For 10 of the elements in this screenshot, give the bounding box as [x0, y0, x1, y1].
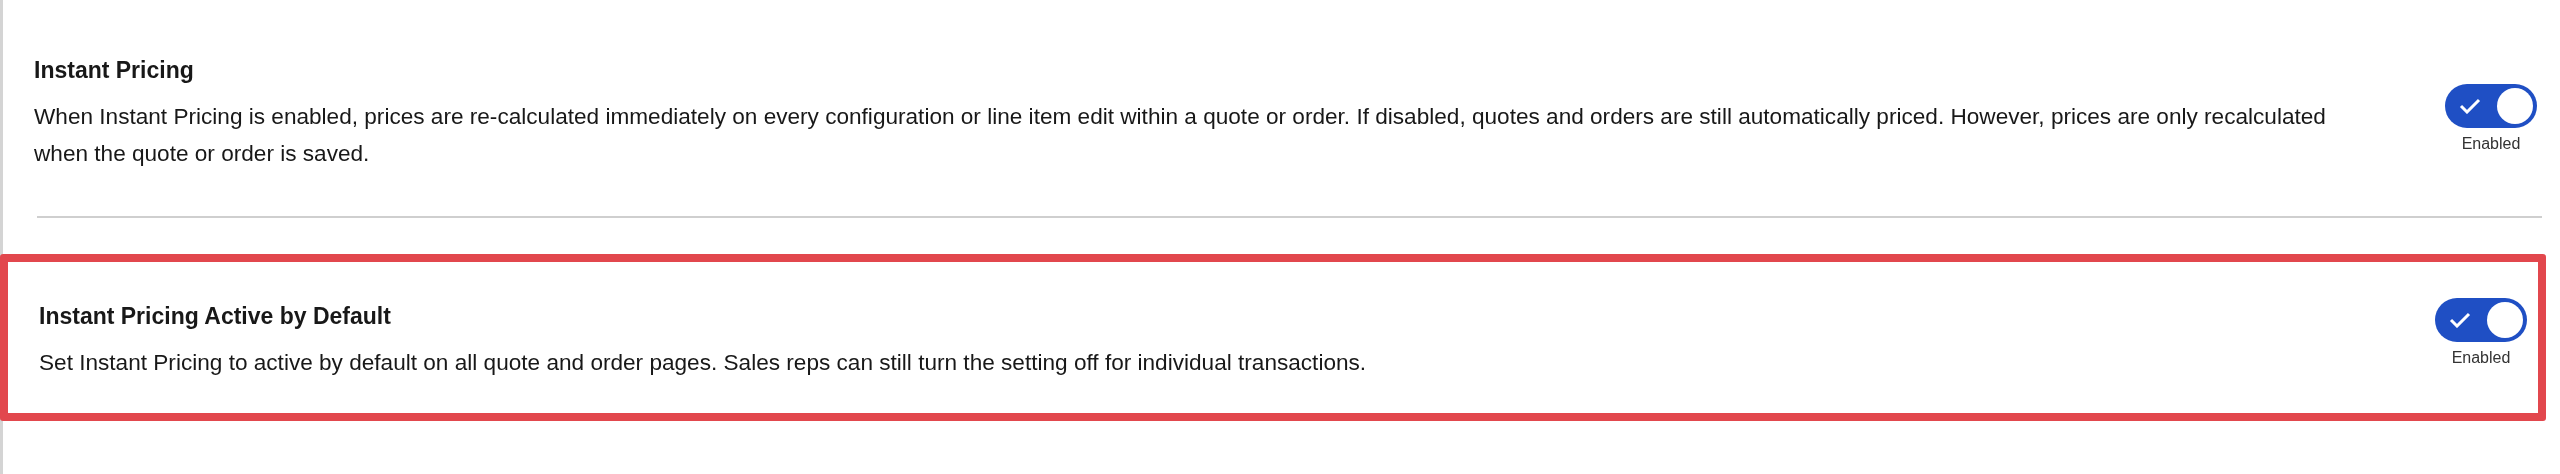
setting-title: Instant Pricing: [34, 56, 195, 85]
toggle-status: Enabled: [2451, 347, 2511, 368]
toggle-switch[interactable]: [2435, 297, 2527, 342]
setting-title: Instant Pricing Active by Default: [39, 301, 392, 331]
check-icon: [2449, 311, 2471, 328]
toggle-status: Enabled: [2461, 134, 2521, 154]
setting-description: When Instant Pricing is enabled, prices are re-calculated immediately on every configuration or line item edit within a quote or order. If disabled, quotes and orders are still automatically priced. However, prices are only recalculated when the quote or order is saved.: [34, 102, 2327, 168]
check-icon: [2459, 98, 2481, 114]
toggle-switch[interactable]: [2445, 84, 2537, 128]
setting-description: Set Instant Pricing to active by default on all quote and order pages. Sales reps can still turn the setting off for individual transactions.: [39, 348, 1368, 377]
